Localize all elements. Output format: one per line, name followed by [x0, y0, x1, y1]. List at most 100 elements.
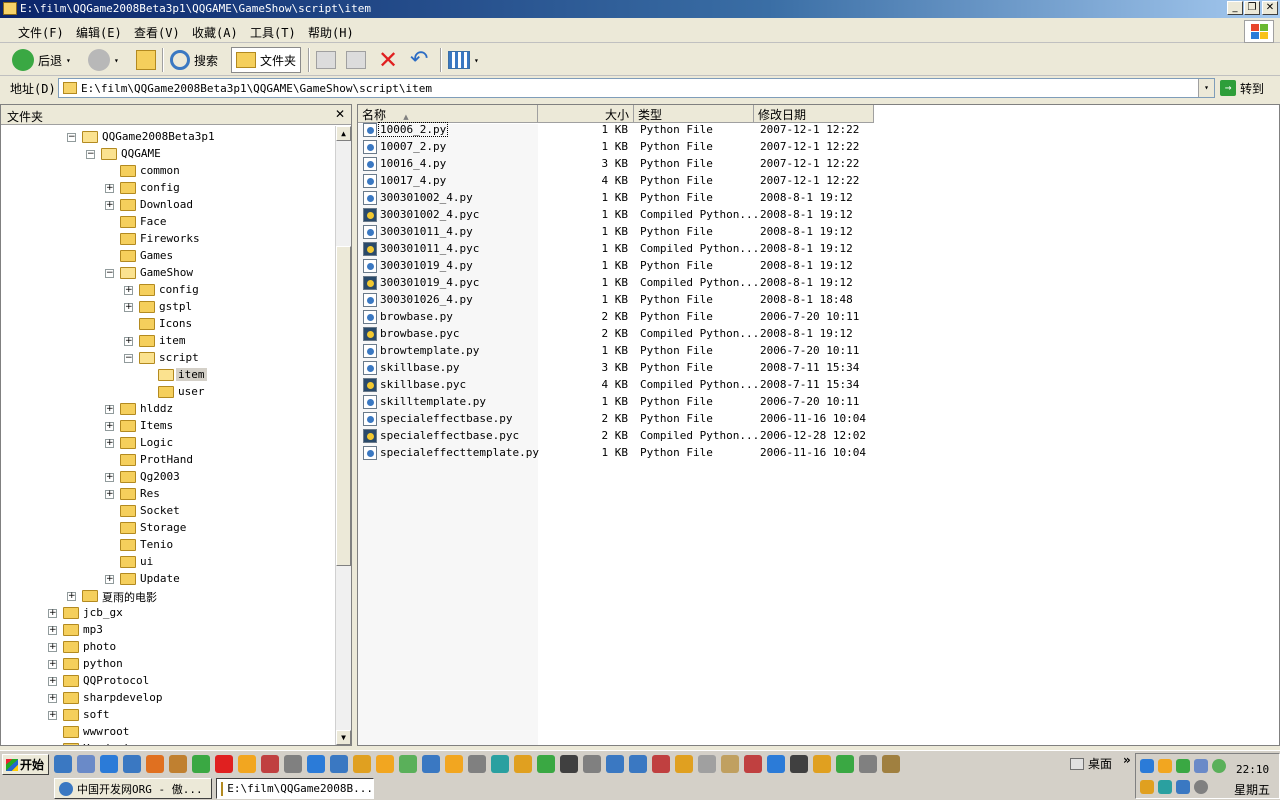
menu-favorites[interactable]: 收藏(A) — [192, 24, 238, 41]
file-row[interactable]: 300301026_4.py 1 KB Python File 2008-8-1 18… — [358, 292, 1278, 309]
quick-launch-icon[interactable] — [836, 755, 854, 773]
tree-item[interactable]: + hlddz — [1, 401, 331, 418]
tree-item[interactable]: common — [1, 163, 331, 180]
views-dropdown-icon[interactable]: ▾ — [474, 56, 479, 65]
tree-item[interactable]: + config — [1, 282, 331, 299]
expand-icon[interactable]: + — [105, 422, 114, 431]
quick-launch-icon[interactable] — [100, 755, 118, 773]
tree-item-label[interactable]: Fireworks — [138, 232, 202, 245]
file-row[interactable]: 300301011_4.py 1 KB Python File 2008-8-1 19… — [358, 224, 1278, 241]
tree-item-label[interactable]: sharpdevelop — [81, 691, 164, 704]
maximize-button[interactable]: ❐ — [1244, 1, 1260, 15]
tree-item[interactable]: wwwroot — [1, 724, 331, 741]
expand-icon[interactable]: + — [105, 201, 114, 210]
expand-icon[interactable]: + — [48, 677, 57, 686]
tree-item-label[interactable]: config — [138, 181, 182, 194]
back-dropdown-icon[interactable]: ▾ — [66, 56, 71, 65]
security-tray-icon[interactable] — [1158, 780, 1172, 794]
collapse-icon[interactable]: − — [86, 150, 95, 159]
tree-item[interactable]: + gstpl — [1, 299, 331, 316]
menu-file[interactable]: 文件(F) — [18, 24, 64, 41]
messenger-tray-icon[interactable] — [1158, 759, 1172, 773]
title-bar[interactable]: E:\film\QQGame2008Beta3p1\QQGAME\GameSho… — [0, 0, 1280, 18]
tree-item[interactable]: + Update — [1, 571, 331, 588]
collapse-icon[interactable]: − — [67, 133, 76, 142]
tree-item-label[interactable]: mp3 — [81, 623, 105, 636]
quick-launch-icon[interactable] — [330, 755, 348, 773]
tree-item-label[interactable]: GameShow — [138, 266, 195, 279]
expand-icon[interactable]: + — [124, 337, 133, 346]
column-header-date[interactable]: 修改日期 — [754, 105, 874, 123]
tree-item-label[interactable]: Qg2003 — [138, 470, 182, 483]
quick-launch-icon[interactable] — [698, 755, 716, 773]
quick-launch-icon[interactable] — [882, 755, 900, 773]
file-row[interactable]: specialeffectbase.py 2 KB Python File 2006-… — [358, 411, 1278, 428]
scroll-up-icon[interactable]: ▲ — [336, 126, 351, 141]
tree-item-label[interactable]: QQProtocol — [81, 674, 151, 687]
quick-launch-icon[interactable] — [77, 755, 95, 773]
file-row[interactable]: 300301011_4.pyc 1 KB Compiled Python... 200… — [358, 241, 1278, 258]
expand-icon[interactable]: + — [105, 439, 114, 448]
tree-item[interactable]: + 夏雨的电影 — [1, 588, 331, 605]
expand-icon[interactable]: + — [124, 286, 133, 295]
tree-item[interactable]: + Download — [1, 197, 331, 214]
tree-item-label[interactable]: Update — [138, 572, 182, 585]
tree-item[interactable]: − GameShow — [1, 265, 331, 282]
quick-launch-icon[interactable] — [537, 755, 555, 773]
start-button[interactable]: 开始 — [2, 754, 49, 775]
task-button-explorer[interactable]: E:\film\QQGame2008B... — [216, 778, 374, 799]
close-button[interactable]: ✕ — [1262, 1, 1278, 15]
search-button[interactable]: 搜索 — [170, 47, 218, 73]
address-dropdown-icon[interactable]: ▾ — [1198, 79, 1214, 97]
expand-icon[interactable]: + — [105, 473, 114, 482]
download-tray-icon[interactable] — [1176, 780, 1190, 794]
tree-item-label[interactable]: Items — [138, 419, 175, 432]
expand-icon[interactable]: + — [105, 490, 114, 499]
tree-item[interactable]: Fireworks — [1, 231, 331, 248]
views-button[interactable]: ▾ — [448, 47, 479, 73]
tree-item-label[interactable]: Logic — [138, 436, 175, 449]
expand-icon[interactable]: + — [105, 184, 114, 193]
menu-help[interactable]: 帮助(H) — [308, 24, 354, 41]
quick-launch-icon[interactable] — [514, 755, 532, 773]
tree-item-label[interactable]: wwwroot — [81, 725, 131, 738]
quick-launch-icon[interactable] — [169, 755, 187, 773]
quick-launch-icon[interactable] — [215, 755, 233, 773]
tree-item[interactable]: Icons — [1, 316, 331, 333]
file-row[interactable]: 10016_4.py 3 KB Python File 2007-12-1 12:22 — [358, 156, 1278, 173]
tree-item[interactable]: − QQGame2008Beta3p1 — [1, 129, 331, 146]
file-row[interactable]: browbase.pyc 2 KB Compiled Python... 2008-8… — [358, 326, 1278, 343]
file-row[interactable]: specialeffecttemplate.py 1 KB Python File 2… — [358, 445, 1278, 462]
tree-item[interactable]: + Qg2003 — [1, 469, 331, 486]
tree-item-label[interactable]: QQGame2008Beta3p1 — [100, 130, 217, 143]
tree-item-label[interactable]: QQGAME — [119, 147, 163, 160]
quick-launch-icon[interactable] — [399, 755, 417, 773]
quick-launch-icon[interactable] — [307, 755, 325, 773]
tree-item-label[interactable]: photo — [81, 640, 118, 653]
forward-dropdown-icon[interactable]: ▾ — [114, 56, 119, 65]
back-button[interactable]: 后退 ▾ — [12, 47, 71, 73]
tree-item[interactable]: Socket — [1, 503, 331, 520]
file-row[interactable]: 10007_2.py 1 KB Python File 2007-12-1 12:22 — [358, 139, 1278, 156]
quick-launch-icon[interactable] — [192, 755, 210, 773]
tree-item-label[interactable]: Games — [138, 249, 175, 262]
collapse-icon[interactable]: − — [105, 269, 114, 278]
tree-item-label[interactable]: soft — [81, 708, 112, 721]
tree-item-label[interactable]: config — [157, 283, 201, 296]
tree-item[interactable]: + mp3 — [1, 622, 331, 639]
expand-icon[interactable]: + — [105, 575, 114, 584]
expand-icon[interactable]: + — [48, 660, 57, 669]
tree-item-label[interactable]: 夏雨的电影 — [100, 589, 159, 605]
expand-icon[interactable]: + — [48, 643, 57, 652]
column-header-type[interactable]: 类型 — [634, 105, 754, 123]
tree-item-label[interactable]: hlddz — [138, 402, 175, 415]
tree-item[interactable]: + jcb_gx — [1, 605, 331, 622]
file-row[interactable]: 300301019_4.py 1 KB Python File 2008-8-1 19… — [358, 258, 1278, 275]
quick-launch-icon[interactable] — [721, 755, 739, 773]
folder-pane-close-icon[interactable]: ✕ — [335, 107, 345, 121]
quick-launch-icon[interactable] — [790, 755, 808, 773]
folders-button[interactable]: 文件夹 — [231, 47, 302, 73]
tree-item[interactable]: user — [1, 384, 331, 401]
scroll-down-icon[interactable]: ▼ — [336, 730, 351, 745]
quick-launch-icon[interactable] — [123, 755, 141, 773]
